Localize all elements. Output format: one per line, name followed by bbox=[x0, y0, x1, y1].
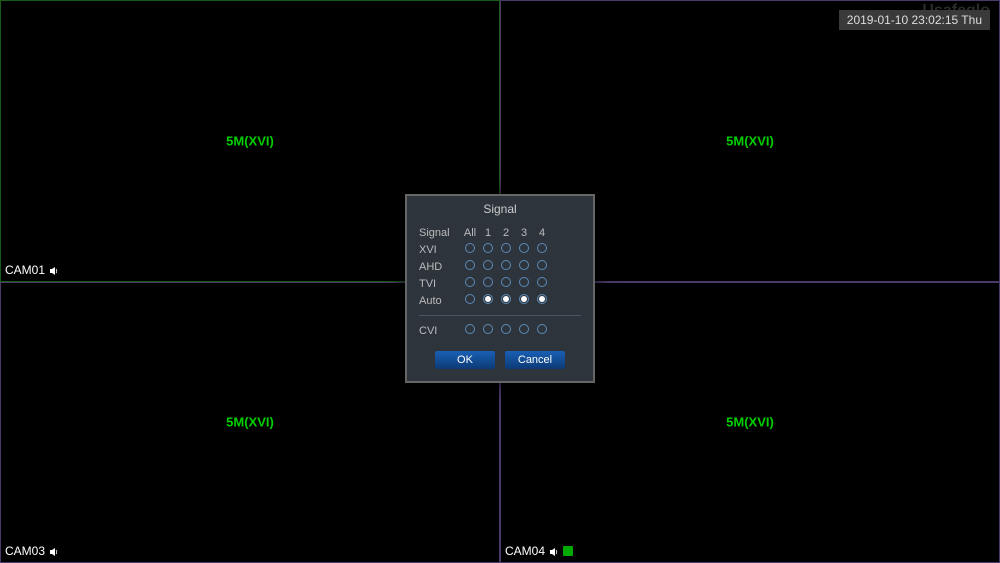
signal-radio[interactable] bbox=[483, 277, 493, 287]
col-header: All bbox=[461, 227, 479, 239]
signal-radio[interactable] bbox=[519, 294, 529, 304]
col-header: 3 bbox=[515, 227, 533, 239]
signal-radio[interactable] bbox=[537, 260, 547, 270]
signal-radio[interactable] bbox=[519, 243, 529, 253]
col-header: 1 bbox=[479, 227, 497, 239]
signal-radio[interactable] bbox=[501, 324, 511, 334]
camera-label: CAM03 bbox=[5, 544, 59, 558]
ok-button[interactable]: OK bbox=[435, 351, 495, 369]
speaker-icon bbox=[549, 546, 559, 556]
signal-radio[interactable] bbox=[483, 243, 493, 253]
camera-name: CAM01 bbox=[5, 263, 45, 277]
col-header: 2 bbox=[497, 227, 515, 239]
speaker-icon bbox=[49, 546, 59, 556]
row-label: CVI bbox=[419, 325, 461, 337]
signal-radio[interactable] bbox=[483, 324, 493, 334]
resolution-label: 5M(XVI) bbox=[226, 133, 274, 148]
table-header: Signal All 1 2 3 4 bbox=[419, 224, 581, 241]
camera-label: CAM04 bbox=[505, 544, 573, 558]
timestamp-overlay: 2019-01-10 23:02:15 Thu bbox=[839, 10, 990, 30]
signal-radio[interactable] bbox=[465, 277, 475, 287]
row-label: XVI bbox=[419, 244, 461, 256]
signal-radio[interactable] bbox=[465, 243, 475, 253]
table-row: TVI bbox=[419, 275, 581, 292]
row-label: AHD bbox=[419, 261, 461, 273]
signal-dialog: Signal Signal All 1 2 3 4 XVIAHDTVIAuto … bbox=[405, 194, 595, 383]
header-label: Signal bbox=[419, 227, 461, 239]
signal-radio[interactable] bbox=[483, 294, 493, 304]
table-row: Auto bbox=[419, 292, 581, 309]
signal-radio[interactable] bbox=[483, 260, 493, 270]
signal-radio[interactable] bbox=[519, 260, 529, 270]
col-header: 4 bbox=[533, 227, 551, 239]
table-row: CVI bbox=[419, 322, 581, 339]
signal-radio[interactable] bbox=[501, 277, 511, 287]
camera-name: CAM03 bbox=[5, 544, 45, 558]
signal-table: Signal All 1 2 3 4 XVI AHD TVI Auto bbox=[407, 220, 593, 309]
resolution-label: 5M(XVI) bbox=[226, 415, 274, 430]
signal-radio[interactable] bbox=[465, 324, 475, 334]
dialog-title: Signal bbox=[407, 196, 593, 220]
camera-name: CAM04 bbox=[505, 544, 545, 558]
camera-label: CAM01 bbox=[5, 263, 59, 277]
signal-radio[interactable] bbox=[501, 294, 511, 304]
resolution-label: 5M(XVI) bbox=[726, 415, 774, 430]
signal-table-2: CVI bbox=[407, 322, 593, 341]
divider bbox=[419, 315, 581, 316]
speaker-icon bbox=[49, 265, 59, 275]
signal-radio[interactable] bbox=[519, 324, 529, 334]
record-icon bbox=[563, 546, 573, 556]
signal-radio[interactable] bbox=[519, 277, 529, 287]
signal-radio[interactable] bbox=[537, 324, 547, 334]
row-label: Auto bbox=[419, 295, 461, 307]
cancel-button[interactable]: Cancel bbox=[505, 351, 565, 369]
table-row: AHD bbox=[419, 258, 581, 275]
resolution-label: 5M(XVI) bbox=[726, 133, 774, 148]
signal-radio[interactable] bbox=[465, 294, 475, 304]
dialog-buttons: OK Cancel bbox=[407, 341, 593, 381]
signal-radio[interactable] bbox=[501, 243, 511, 253]
signal-radio[interactable] bbox=[537, 243, 547, 253]
table-row: XVI bbox=[419, 241, 581, 258]
row-label: TVI bbox=[419, 278, 461, 290]
signal-radio[interactable] bbox=[465, 260, 475, 270]
signal-radio[interactable] bbox=[537, 294, 547, 304]
signal-radio[interactable] bbox=[501, 260, 511, 270]
signal-radio[interactable] bbox=[537, 277, 547, 287]
